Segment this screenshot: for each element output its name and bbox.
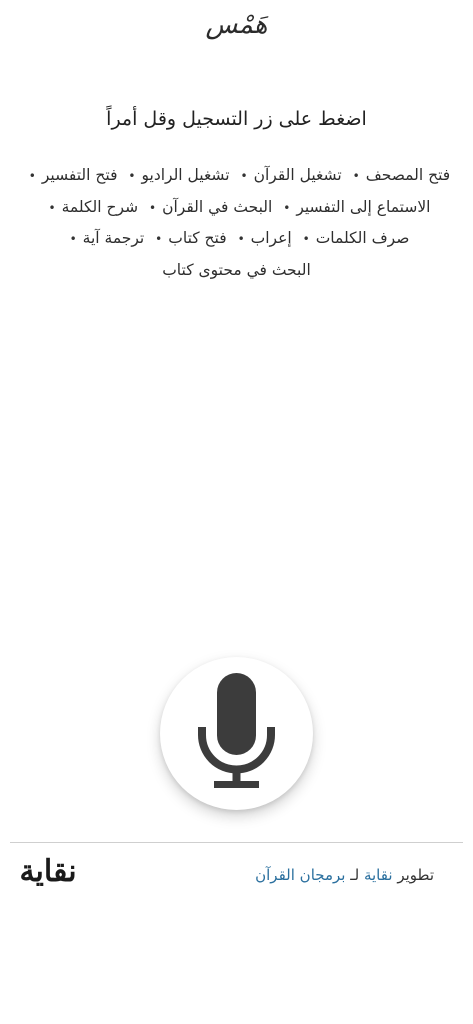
commands-list: فتح المصحف • تشغيل القرآن • تشغيل الراديو •…	[20, 160, 453, 285]
bullet-separator: •	[302, 232, 310, 246]
developer-logo: نقاية	[16, 846, 80, 910]
bullet-separator: •	[155, 232, 163, 246]
command-item: فتح التفسير	[41, 166, 118, 184]
bullet-separator: •	[28, 169, 36, 183]
app-logo: هَمْس	[205, 10, 268, 40]
footer-divider	[10, 842, 463, 843]
command-item: البحث في محتوى كتاب	[162, 260, 311, 279]
bullet-separator: •	[240, 169, 248, 183]
credit-connector: لـ	[350, 866, 360, 884]
command-item: تشغيل القرآن	[253, 166, 342, 184]
command-item: الاستماع إلى التفسير	[296, 197, 431, 216]
bullet-separator: •	[128, 169, 136, 183]
credit-prefix: تطوير	[397, 866, 434, 884]
screen: هَمْس اضغط على زر التسجيل وقل أمراً فتح …	[0, 0, 473, 1024]
bullet-separator: •	[149, 200, 157, 215]
developer-logo-text: نقاية	[19, 854, 77, 889]
command-item: البحث في القرآن	[162, 197, 273, 216]
command-item: فتح كتاب	[168, 229, 227, 247]
command-item: فتح المصحف	[365, 166, 451, 184]
bullet-separator: •	[352, 169, 360, 183]
command-item: إعراب	[250, 229, 292, 247]
command-item: صرف الكلمات	[315, 229, 410, 247]
bullet-separator: •	[69, 232, 77, 246]
developer-link[interactable]: نقاية	[364, 866, 393, 884]
command-item: شرح الكلمة	[61, 197, 139, 216]
record-button[interactable]	[160, 657, 313, 810]
bullet-separator: •	[283, 200, 291, 215]
bullet-separator: •	[237, 232, 245, 246]
developer-credit: تطوير نقاية لـ برمجان القرآن	[200, 866, 434, 884]
program-link[interactable]: برمجان القرآن	[255, 866, 345, 884]
microphone-icon	[198, 673, 275, 788]
instruction-prompt: اضغط على زر التسجيل وقل أمراً	[106, 108, 367, 130]
command-item: ترجمة آية	[82, 229, 145, 247]
bullet-separator: •	[48, 200, 56, 215]
command-item: تشغيل الراديو	[141, 166, 230, 184]
